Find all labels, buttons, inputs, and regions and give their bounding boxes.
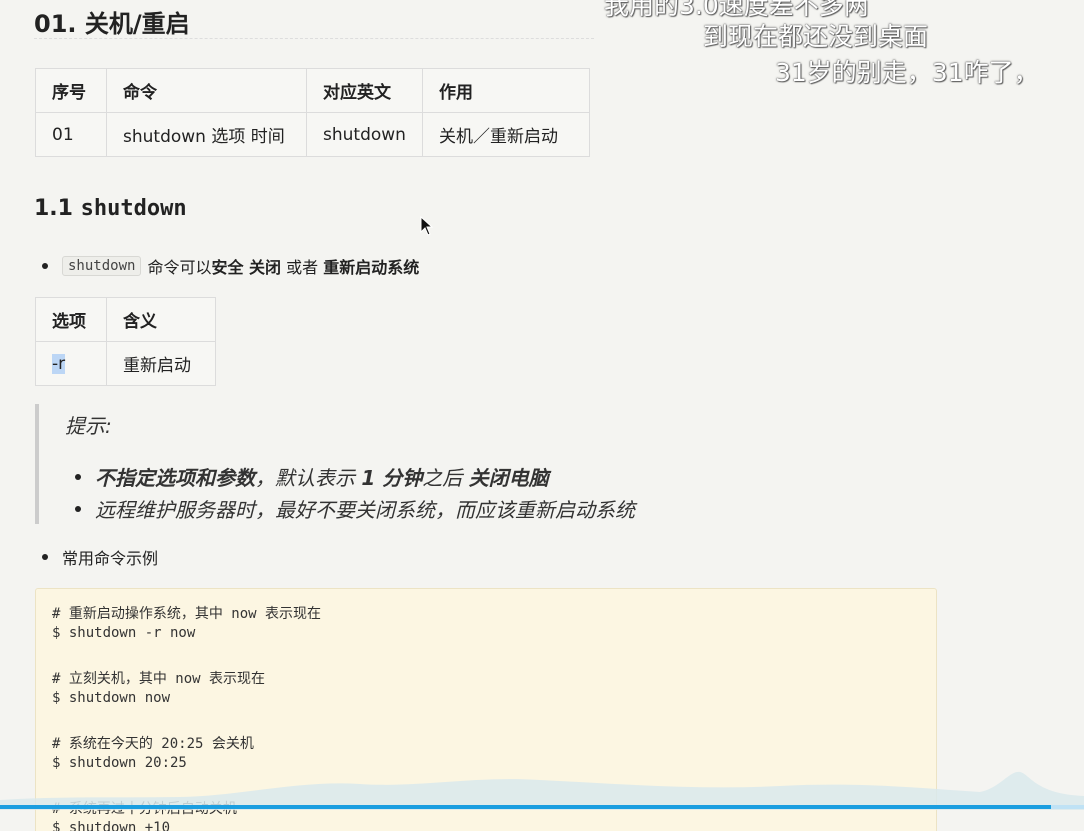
text: 常用命令示例 (62, 549, 159, 568)
table-cell: -r (35, 341, 107, 386)
code-line: $ shutdown -r now (52, 625, 196, 641)
table-cell: 01 (35, 112, 107, 157)
document-page: 01. 关机/重启 序号 命令 对应英文 作用 01 shutdown 选项 时… (0, 0, 1084, 831)
selected-text[interactable]: -r (52, 353, 66, 374)
table-header-cell: 命令 (106, 68, 307, 113)
subsection-command: shutdown (80, 196, 187, 221)
bold-text: 重新启动系统 (323, 258, 420, 277)
list-item: 远程维护服务器时，最好不要关闭系统，而应该重新启动系统 (75, 494, 635, 523)
table-header-cell: 对应英文 (306, 68, 423, 113)
tip-title: 提示: (65, 414, 112, 438)
danmaku-comment: 31岁的别走，31咋了， (775, 58, 1039, 87)
video-progress-bar[interactable] (0, 805, 1084, 809)
table-cell: 关机／重新启动 (421, 112, 590, 157)
code-line: # 立刻关机，其中 now 表示现在 (52, 671, 266, 687)
bold-text: 不指定选项和参数 (95, 466, 255, 490)
table-header-cell: 作用 (421, 68, 590, 113)
table-cell: shutdown (306, 112, 423, 157)
table-header-row: 序号 命令 对应英文 作用 (35, 68, 590, 113)
list-item: 不指定选项和参数 ，默认表示 1 分钟 之后 关闭电脑 (75, 462, 549, 491)
table-header-row: 选项 含义 (35, 297, 216, 342)
table-cell: shutdown 选项 时间 (106, 112, 307, 157)
mouse-cursor-icon (420, 216, 434, 236)
text: 之后 (422, 466, 469, 490)
code-line: $ shutdown +10 (52, 820, 171, 831)
table-header-cell: 含义 (106, 297, 216, 342)
bullet-dot (42, 554, 48, 560)
text: 或者 (281, 258, 324, 277)
options-table: 选项 含义 -r 重新启动 (35, 297, 216, 386)
table-header-cell: 选项 (35, 297, 107, 342)
subsection-number: 1.1 (34, 196, 81, 221)
section-heading: 01. 关机/重启 (34, 10, 190, 38)
bullet-dot (42, 263, 48, 269)
text: ，默认表示 (255, 466, 362, 490)
table-header-cell: 序号 (35, 68, 107, 113)
command-table: 序号 命令 对应英文 作用 01 shutdown 选项 时间 shutdown… (35, 68, 590, 157)
heading-divider (34, 38, 594, 39)
text: 远程维护服务器时，最好不要关闭系统，而应该重新启动系统 (95, 498, 635, 522)
bold-text: 关闭电脑 (468, 466, 549, 490)
list-item: 常用命令示例 (42, 545, 158, 569)
code-line: $ shutdown 20:25 (52, 755, 187, 771)
tip-blockquote: 提示: 不指定选项和参数 ，默认表示 1 分钟 之后 关闭电脑 远程维护服务器时… (35, 404, 735, 524)
bullet-dot (75, 505, 81, 512)
table-cell: 重新启动 (106, 341, 216, 386)
bullet-dot (75, 473, 81, 480)
code-line: $ shutdown now (52, 690, 171, 706)
code-line: # 重新启动操作系统，其中 now 表示现在 (52, 606, 322, 622)
table-row: -r 重新启动 (35, 341, 216, 386)
table-row: 01 shutdown 选项 时间 shutdown 关机／重新启动 (35, 112, 590, 157)
text: 命令可以 (147, 258, 212, 277)
list-item: shutdown 命令可以 安全 关闭 或者 重新启动系统 (42, 254, 419, 278)
bold-text: 1 分钟 (361, 466, 423, 490)
audio-waveform (0, 771, 1084, 810)
subsection-heading: 1.1 shutdown (34, 196, 187, 221)
code-line: # 系统在今天的 20:25 会关机 (52, 736, 254, 752)
inline-code: shutdown (62, 256, 142, 276)
bold-text: 安全 关闭 (211, 258, 282, 277)
danmaku-comment: 到现在都还没到桌面 (703, 22, 929, 51)
video-progress-fill (0, 805, 1052, 809)
